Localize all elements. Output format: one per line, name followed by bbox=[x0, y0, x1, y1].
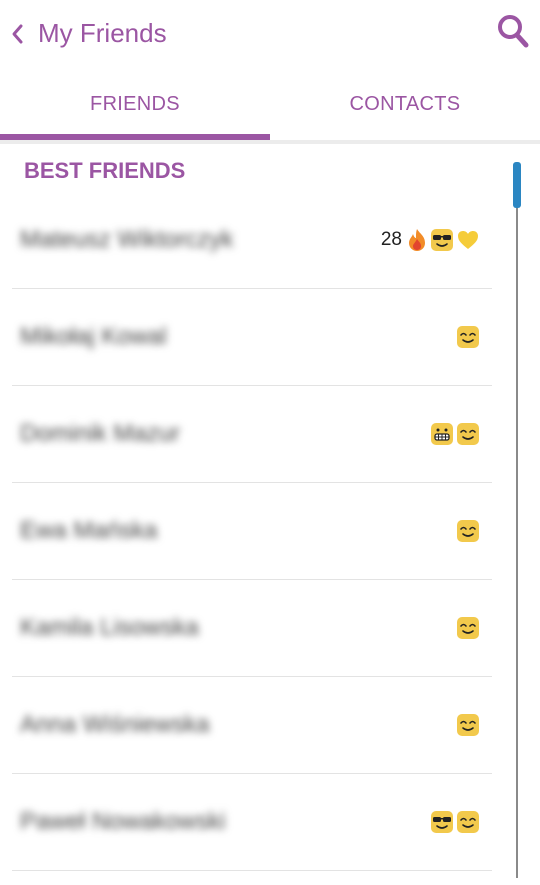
friends-list: Mateusz Wiktorczyk 28 Mikołaj Kowal Domi… bbox=[12, 192, 492, 871]
tab-friends[interactable]: FRIENDS bbox=[0, 66, 270, 140]
friend-badges bbox=[456, 519, 480, 543]
fire-icon bbox=[406, 228, 428, 252]
friend-badges bbox=[430, 810, 480, 834]
search-icon bbox=[496, 15, 532, 56]
friend-badges bbox=[456, 616, 480, 640]
friend-name: Ewa Mańska bbox=[20, 517, 158, 544]
friend-badges bbox=[456, 713, 480, 737]
app-screen: My Friends FRIENDS CONTACTS BEST FRIENDS… bbox=[0, 0, 540, 885]
scrollbar-thumb[interactable] bbox=[513, 162, 521, 208]
list-item[interactable]: Ewa Mańska bbox=[12, 483, 492, 580]
friend-badges bbox=[430, 422, 480, 446]
friend-name: Dominik Mazur bbox=[20, 420, 181, 447]
friend-name: Mikołaj Kowal bbox=[20, 323, 167, 350]
smiling-face-icon bbox=[456, 519, 480, 543]
list-item[interactable]: Mateusz Wiktorczyk 28 bbox=[12, 192, 492, 289]
smiling-face-icon bbox=[456, 713, 480, 737]
list-item[interactable]: Dominik Mazur bbox=[12, 386, 492, 483]
back-button[interactable] bbox=[8, 12, 28, 56]
list-item[interactable]: Anna Wiśniewska bbox=[12, 677, 492, 774]
smiling-face-icon bbox=[456, 616, 480, 640]
friend-badges: 28 bbox=[381, 228, 480, 252]
scrollbar-track[interactable] bbox=[516, 162, 518, 878]
search-button[interactable] bbox=[496, 10, 532, 52]
sunglasses-face-icon bbox=[430, 810, 454, 834]
sunglasses-face-icon bbox=[430, 228, 454, 252]
page-title: My Friends bbox=[38, 18, 167, 48]
grimacing-face-icon bbox=[430, 422, 454, 446]
smiling-face-icon bbox=[456, 325, 480, 349]
tab-bar: FRIENDS CONTACTS bbox=[0, 66, 540, 144]
friend-name: Anna Wiśniewska bbox=[20, 711, 210, 738]
smiling-face-icon bbox=[456, 422, 480, 446]
app-header: My Friends bbox=[0, 0, 540, 66]
friend-badges bbox=[456, 325, 480, 349]
selected-tab-indicator bbox=[0, 134, 270, 140]
streak-count: 28 bbox=[380, 229, 402, 250]
list-item[interactable]: Kamila Lisowska bbox=[12, 580, 492, 677]
smiling-face-icon bbox=[456, 810, 480, 834]
list-item[interactable]: Paweł Nowakowski bbox=[12, 774, 492, 871]
yellow-heart-icon bbox=[456, 228, 480, 252]
friend-name: Paweł Nowakowski bbox=[20, 808, 226, 835]
tab-contacts[interactable]: CONTACTS bbox=[270, 66, 540, 140]
list-item[interactable]: Mikołaj Kowal bbox=[12, 289, 492, 386]
section-header-best-friends: BEST FRIENDS bbox=[24, 158, 186, 183]
friend-name: Kamila Lisowska bbox=[20, 614, 199, 641]
chevron-left-icon bbox=[8, 22, 28, 46]
friend-name: Mateusz Wiktorczyk bbox=[20, 226, 234, 253]
